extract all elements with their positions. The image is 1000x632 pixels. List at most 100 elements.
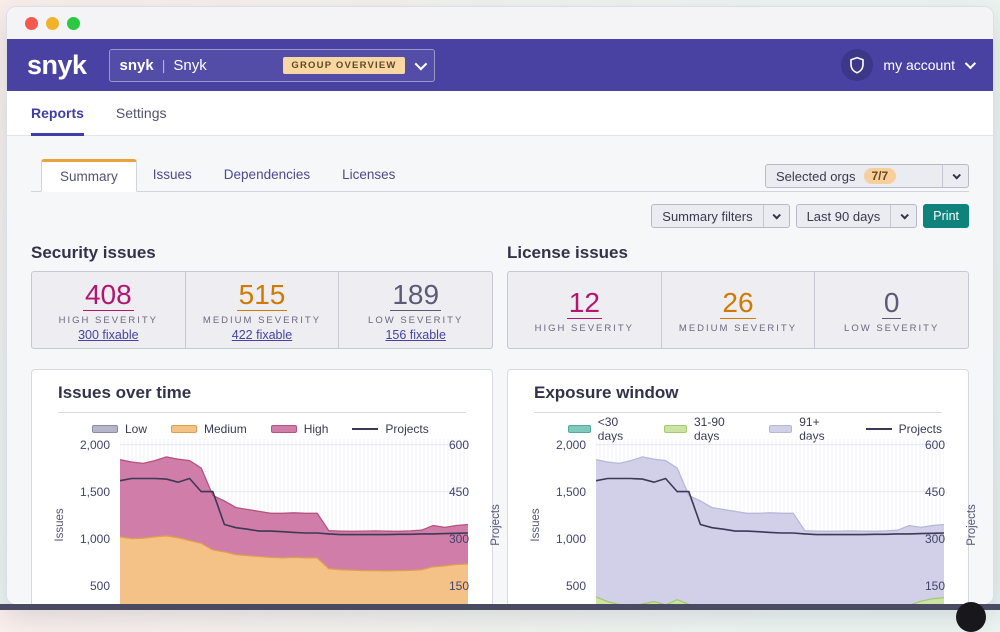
- axis-tick: 150: [449, 579, 487, 593]
- tab-issues[interactable]: Issues: [137, 159, 208, 191]
- shield-icon: [849, 56, 865, 74]
- dropdown-caret: [890, 205, 916, 227]
- legend-label: Low: [125, 422, 147, 436]
- axis-tick: 1,500: [548, 485, 586, 499]
- legend-item: Projects: [352, 422, 428, 436]
- axis-tick: 450: [925, 485, 963, 499]
- issues-over-time-chart-card: Issues over time Low Medium High Projects 2…: [31, 369, 493, 605]
- chart-title: Exposure window: [534, 383, 942, 403]
- chevron-down-icon: [414, 57, 427, 70]
- close-window-button[interactable]: [25, 17, 38, 30]
- severity-label: HIGH SEVERITY: [535, 323, 634, 334]
- severity-label: HIGH SEVERITY: [59, 315, 158, 326]
- org-switcher-separator: |: [162, 57, 166, 73]
- selected-orgs-dropdown[interactable]: Selected orgs 7/7: [765, 164, 969, 188]
- maximize-window-button[interactable]: [67, 17, 80, 30]
- avatar: [841, 49, 873, 81]
- chat-fab-button[interactable]: [956, 602, 986, 632]
- y-axis-label-left: Issues: [54, 495, 66, 555]
- tab-summary[interactable]: Summary: [41, 159, 137, 192]
- severity-card-high: 12 HIGH SEVERITY: [508, 272, 662, 348]
- axis-tick: 1,000: [548, 532, 586, 546]
- chevron-down-icon: [773, 211, 781, 219]
- security-issues-section: Security issues 408 HIGH SEVERITY 300 fi…: [31, 243, 493, 349]
- high-severity-count[interactable]: 12: [567, 288, 602, 319]
- legend-swatch: [664, 425, 687, 433]
- fixable-link[interactable]: 422 fixable: [232, 328, 292, 342]
- severity-card-low: 0 LOW SEVERITY: [815, 272, 968, 348]
- date-range-dropdown[interactable]: Last 90 days: [796, 204, 918, 228]
- y-axis-label-right: Projects: [490, 495, 502, 555]
- nav-item-reports[interactable]: Reports: [31, 91, 84, 136]
- legend-item: Low: [92, 422, 147, 436]
- selected-orgs-count-badge: 7/7: [864, 168, 897, 184]
- legend-swatch: [271, 425, 297, 433]
- medium-severity-count[interactable]: 26: [720, 288, 755, 319]
- axis-tick: 500: [72, 579, 110, 593]
- window-titlebar: [7, 7, 993, 39]
- high-severity-count[interactable]: 408: [83, 280, 134, 311]
- tab-dependencies[interactable]: Dependencies: [208, 159, 326, 191]
- legend-label: High: [304, 422, 329, 436]
- chevron-down-icon: [965, 58, 976, 69]
- legend-label: Medium: [204, 422, 247, 436]
- nav-item-settings[interactable]: Settings: [116, 91, 167, 136]
- chart-legend: <30 days31-90 days91+ daysProjects: [568, 422, 942, 436]
- exposure-window-chart-card: Exposure window <30 days31-90 days91+ da…: [507, 369, 969, 605]
- legend-label: Projects: [899, 422, 942, 436]
- org-switcher[interactable]: snyk | Snyk GROUP OVERVIEW: [109, 49, 435, 82]
- tab-licenses[interactable]: Licenses: [326, 159, 411, 191]
- selected-orgs-label: Selected orgs: [776, 169, 856, 184]
- low-severity-count[interactable]: 0: [882, 288, 902, 319]
- legend-swatch: [568, 425, 591, 433]
- group-overview-badge: GROUP OVERVIEW: [283, 57, 404, 74]
- severity-label: MEDIUM SEVERITY: [203, 315, 321, 326]
- axis-tick: 2,000: [72, 438, 110, 452]
- legend-label: Projects: [385, 422, 428, 436]
- dropdown-caret: [942, 165, 968, 187]
- severity-card-high: 408 HIGH SEVERITY 300 fixable: [32, 272, 186, 348]
- axis-tick: 2,000: [548, 438, 586, 452]
- report-tabstrip: Summary Issues Dependencies Licenses Sel…: [31, 136, 969, 192]
- minimize-window-button[interactable]: [46, 17, 59, 30]
- chart-title: Issues over time: [58, 383, 466, 403]
- dropdown-caret: [763, 205, 789, 227]
- top-navbar: snyk snyk | Snyk GROUP OVERVIEW my accou…: [7, 39, 993, 91]
- severity-label: LOW SEVERITY: [844, 323, 939, 334]
- chart-legend: Low Medium High Projects: [92, 422, 466, 436]
- axis-tick: 150: [925, 579, 963, 593]
- license-issues-title: License issues: [507, 243, 969, 263]
- fixable-link[interactable]: 300 fixable: [78, 328, 138, 342]
- report-page: Summary Issues Dependencies Licenses Sel…: [7, 136, 993, 603]
- account-menu[interactable]: my account: [841, 49, 973, 81]
- legend-item: Medium: [171, 422, 247, 436]
- account-label: my account: [883, 57, 955, 73]
- browser-window: snyk snyk | Snyk GROUP OVERVIEW my accou…: [6, 6, 994, 605]
- axis-tick: 1,500: [72, 485, 110, 499]
- summary-filters-dropdown[interactable]: Summary filters: [651, 204, 789, 228]
- legend-swatch: [866, 428, 892, 430]
- fixable-link[interactable]: 156 fixable: [385, 328, 445, 342]
- page-bottom-bar: [0, 604, 1000, 610]
- low-severity-count[interactable]: 189: [390, 280, 441, 311]
- medium-severity-count[interactable]: 515: [237, 280, 288, 311]
- legend-swatch: [92, 425, 118, 433]
- summary-filters-label: Summary filters: [652, 209, 762, 224]
- security-issues-cards: 408 HIGH SEVERITY 300 fixable 515 MEDIUM…: [31, 271, 493, 349]
- y-axis-label-left: Issues: [530, 495, 542, 555]
- org-switcher-org-name: Snyk: [173, 57, 206, 74]
- security-issues-title: Security issues: [31, 243, 493, 263]
- chart-plot: 2,0001,5001,000500 600450300150 Issues P…: [534, 439, 942, 605]
- chevron-down-icon: [952, 171, 960, 179]
- chart-canvas: [596, 439, 944, 605]
- chart-canvas: [120, 439, 468, 605]
- axis-tick: 300: [449, 532, 487, 546]
- chart-plot: 2,0001,5001,000500 600450300150 Issues P…: [58, 439, 466, 605]
- legend-item: Projects: [866, 422, 942, 436]
- axis-tick: 500: [548, 579, 586, 593]
- print-button[interactable]: Print: [923, 204, 969, 228]
- legend-item: High: [271, 422, 329, 436]
- severity-card-medium: 26 MEDIUM SEVERITY: [662, 272, 816, 348]
- license-issues-section: License issues 12 HIGH SEVERITY 26 MEDIU…: [507, 243, 969, 349]
- axis-tick: 1,000: [72, 532, 110, 546]
